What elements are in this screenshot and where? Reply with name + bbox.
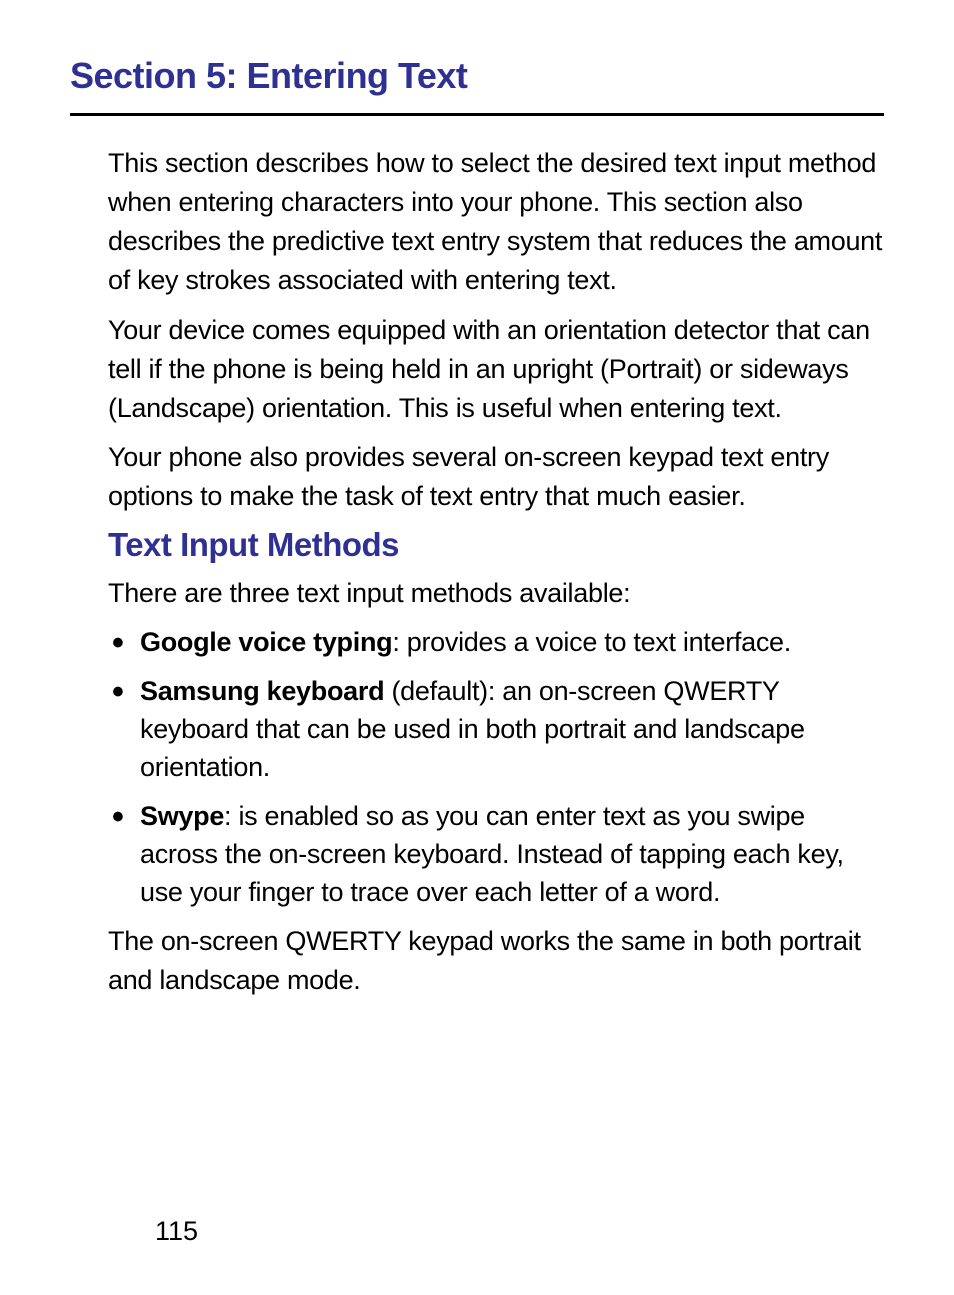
intro-paragraph-2: Your device comes equipped with an orien…: [70, 311, 884, 428]
list-item: Samsung keyboard (default): an on-screen…: [108, 672, 884, 787]
input-methods-list: Google voice typing: provides a voice to…: [70, 623, 884, 911]
intro-paragraph-1: This section describes how to select the…: [70, 144, 884, 301]
list-item: Google voice typing: provides a voice to…: [108, 623, 884, 661]
list-item-bold: Swype: [140, 801, 224, 831]
list-item-bold: Samsung keyboard: [140, 676, 384, 706]
section-title: Section 5: Entering Text: [70, 55, 884, 116]
list-item-text: : provides a voice to text interface.: [392, 627, 791, 657]
page-number: 115: [155, 1216, 198, 1247]
intro-paragraph-3: Your phone also provides several on-scre…: [70, 438, 884, 516]
closing-paragraph: The on-screen QWERTY keypad works the sa…: [70, 922, 884, 1000]
methods-intro-paragraph: There are three text input methods avail…: [70, 574, 884, 613]
list-item-text: : is enabled so as you can enter text as…: [140, 801, 844, 908]
list-item-bold: Google voice typing: [140, 627, 392, 657]
subheading-text-input-methods: Text Input Methods: [70, 526, 884, 564]
list-item: Swype: is enabled so as you can enter te…: [108, 797, 884, 912]
